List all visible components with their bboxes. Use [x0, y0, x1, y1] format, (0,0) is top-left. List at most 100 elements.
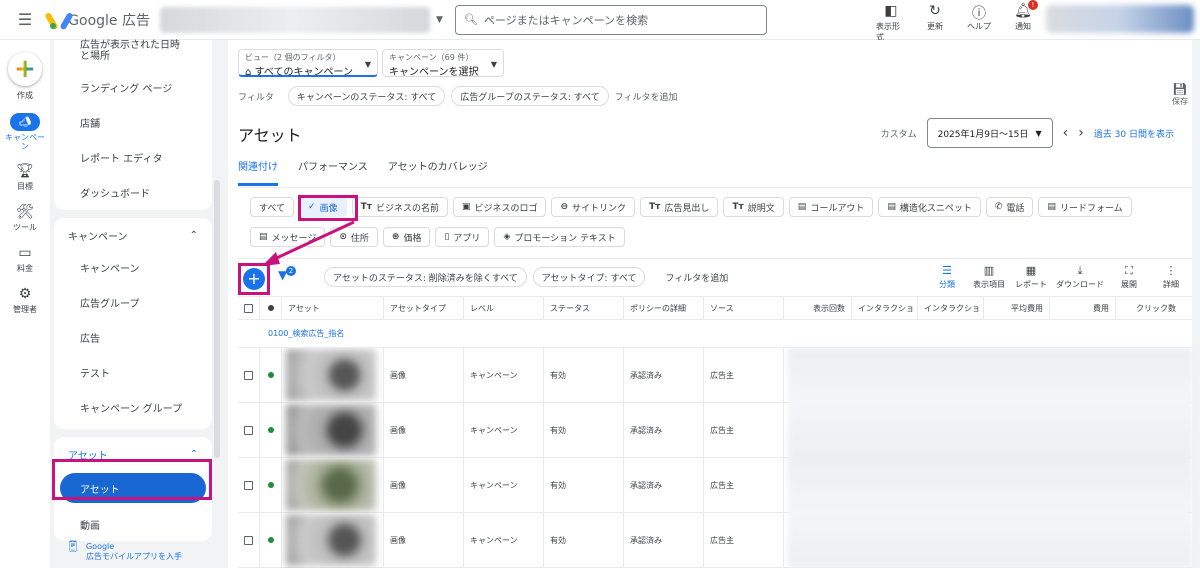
- asset-type-icon: ▤: [887, 202, 896, 212]
- asset-type-chip[interactable]: Tт 広告見出し: [640, 197, 719, 217]
- col-source[interactable]: ソース: [704, 296, 784, 320]
- campaign-dropdown[interactable]: キャンペーン（69 件） キャンペーンを選択 ▼: [382, 49, 504, 78]
- tab-asset-coverage[interactable]: アセットのカバレッジ: [388, 158, 488, 186]
- notifications-button[interactable]: 🔔︎! 通知: [1008, 0, 1038, 43]
- nav-item-campaign-groups[interactable]: キャンペーン グループ: [54, 390, 212, 425]
- col-interactions[interactable]: インタラクショ: [852, 296, 918, 320]
- asset-thumbnail[interactable]: [282, 347, 384, 403]
- asset-type-chip[interactable]: ◈ プロモーション テキスト: [494, 227, 625, 247]
- google-ads-logo[interactable]: Google 広告: [44, 10, 150, 30]
- reports-button[interactable]: ▦ レポート: [1014, 264, 1048, 290]
- help-button[interactable]: ⓘ ヘルプ: [964, 3, 994, 43]
- nav-item-landing-pages[interactable]: ランディング ページ: [54, 70, 212, 105]
- row-checkbox[interactable]: [238, 457, 260, 513]
- asset-type-label: プロモーション テキスト: [514, 233, 616, 244]
- rail-campaigns[interactable]: 📣︎ キャンペーン: [0, 113, 50, 151]
- asset-type-icon: ▤: [1047, 202, 1056, 212]
- segment-button[interactable]: ☰ 分類: [930, 264, 964, 290]
- col-asset-type[interactable]: アセットタイプ: [384, 296, 464, 320]
- filter-chip-asset-status[interactable]: アセットのステータス: 削除済みを除くすべて: [324, 267, 527, 287]
- asset-type-chip[interactable]: ▤ コールアウト: [788, 197, 874, 217]
- view-dropdown[interactable]: ビュー（2 個のフィルタ） ⌂ すべてのキャンペーン ▼: [238, 49, 378, 78]
- refresh-button[interactable]: ↻ 更新: [920, 3, 950, 43]
- asset-type-chip[interactable]: すべて: [250, 197, 295, 217]
- rail-tools[interactable]: 🛠︎ ツール: [0, 204, 50, 233]
- asset-type-chip[interactable]: ▣ ビジネスのロゴ: [452, 197, 547, 217]
- nav-item-videos[interactable]: 動画: [54, 507, 212, 542]
- nav-item-locations[interactable]: 店舗: [54, 105, 212, 140]
- left-rail: + 作成 📣︎ キャンペーン 🏆︎ 目標 🛠︎ ツール ▭ 料金 ⚙ 管理者: [0, 40, 50, 568]
- appearance-button[interactable]: ◧ 表示形式: [876, 3, 906, 43]
- col-cost[interactable]: 費用: [1050, 296, 1116, 320]
- search-input[interactable]: 🔍︎ ページまたはキャンペーンを検索: [454, 4, 767, 35]
- tab-associations[interactable]: 関連付け: [238, 158, 278, 186]
- asset-type-chip[interactable]: ⊙ 住所: [330, 227, 378, 247]
- menu-icon[interactable]: ☰: [0, 10, 50, 29]
- nav-item-dashboards[interactable]: ダッシュボード: [54, 175, 212, 210]
- nav-item-campaigns[interactable]: キャンペーン: [54, 250, 212, 285]
- nav-item-ads[interactable]: 広告: [54, 320, 212, 355]
- download-button[interactable]: ⤓ ダウンロード: [1056, 264, 1104, 290]
- asset-type-chip[interactable]: ✆ 電話: [985, 197, 1034, 217]
- columns-button[interactable]: ▥ 表示項目: [972, 264, 1006, 290]
- group-row[interactable]: 0100_検索広告_指名: [238, 320, 1192, 348]
- col-clicks[interactable]: クリック数: [1116, 296, 1182, 320]
- tab-performance[interactable]: パフォーマンス: [298, 158, 368, 186]
- cell-source: 広告主: [704, 512, 784, 568]
- save-button[interactable]: 💾︎ 保存: [1172, 82, 1188, 107]
- col-policy[interactable]: ポリシーの詳細: [624, 296, 704, 320]
- asset-type-chip[interactable]: ▤ メッセージ: [250, 227, 326, 247]
- asset-thumbnail[interactable]: [282, 512, 384, 568]
- row-checkbox[interactable]: [238, 402, 260, 458]
- rail-admin[interactable]: ⚙ 管理者: [0, 286, 50, 315]
- nav-item-experiments[interactable]: テスト: [54, 355, 212, 390]
- col-impressions[interactable]: 表示回数: [784, 296, 852, 320]
- asset-type-chip[interactable]: ▤ リードフォーム: [1038, 197, 1132, 217]
- select-all-checkbox[interactable]: [238, 296, 260, 320]
- page-title: アセット: [238, 126, 302, 145]
- cell-policy: 承認済み: [624, 347, 704, 403]
- asset-type-chip[interactable]: ⊖ サイトリンク: [551, 197, 636, 217]
- compare-link[interactable]: 過去 30 日間を表示: [1094, 127, 1174, 140]
- chevron-left-icon[interactable]: ‹: [1063, 125, 1069, 141]
- filter-row: フィルタ キャンペーンのステータス: すべて 広告グループのステータス: すべて…: [238, 86, 678, 106]
- nav-scrollbar[interactable]: [214, 180, 220, 458]
- filter-chip-campaign-status[interactable]: キャンペーンのステータス: すべて: [287, 86, 446, 106]
- asset-type-chip[interactable]: ▯ アプリ: [435, 227, 490, 247]
- caret-down-icon[interactable]: ▼: [436, 15, 443, 25]
- col-status[interactable]: ステータス: [544, 296, 624, 320]
- asset-type-chip[interactable]: ⊛ 価格: [382, 227, 431, 247]
- cell-level: キャンペーン: [464, 457, 544, 513]
- create-button[interactable]: + 作成: [0, 40, 50, 101]
- asset-type-icon: ▤: [259, 232, 268, 242]
- mobile-app-link[interactable]: 📱︎ Google 広告モバイルアプリを入手: [66, 541, 182, 562]
- filter-chip-asset-type[interactable]: アセットタイプ: すべて: [532, 267, 646, 287]
- asset-type-chip[interactable]: Tт ビジネスの名前: [351, 197, 448, 217]
- date-range-picker[interactable]: 2025年1月9日～15日 ▼: [926, 118, 1053, 148]
- nav-item-report-editor[interactable]: レポート エディタ: [54, 140, 212, 175]
- col-asset[interactable]: アセット: [282, 296, 384, 320]
- chevron-right-icon[interactable]: ›: [1078, 125, 1084, 141]
- row-checkbox[interactable]: [238, 512, 260, 568]
- rail-goals[interactable]: 🏆︎ 目標: [0, 163, 50, 192]
- highlight-add-button: [238, 263, 270, 295]
- filter-chip-adgroup-status[interactable]: 広告グループのステータス: すべて: [451, 86, 609, 106]
- row-checkbox[interactable]: [238, 347, 260, 403]
- nav-item-ad-groups[interactable]: 広告グループ: [54, 285, 212, 320]
- col-level[interactable]: レベル: [464, 296, 544, 320]
- nav-item-where-shown[interactable]: 広告が表示された日時と場所: [54, 40, 212, 70]
- col-interaction-rate[interactable]: インタラクショ: [918, 296, 984, 320]
- nav-section-campaigns[interactable]: キャンペーン ⌃: [54, 220, 212, 250]
- asset-thumbnail[interactable]: [282, 402, 384, 458]
- col-avg-cost[interactable]: 平均費用: [984, 296, 1050, 320]
- expand-button[interactable]: ⛶ 展開: [1112, 264, 1146, 290]
- asset-type-chip[interactable]: Tт 説明文: [723, 197, 784, 217]
- more-button[interactable]: ⋮ 詳細: [1154, 264, 1188, 290]
- add-table-filter[interactable]: フィルタを追加: [665, 271, 728, 284]
- asset-thumbnail[interactable]: [282, 457, 384, 513]
- asset-type-chip[interactable]: ▤ 構造化スニペット: [878, 197, 981, 217]
- rail-billing[interactable]: ▭ 料金: [0, 245, 50, 274]
- user-account[interactable]: [1046, 5, 1194, 33]
- add-filter-link[interactable]: フィルタを追加: [615, 90, 678, 103]
- account-selector[interactable]: [160, 6, 430, 33]
